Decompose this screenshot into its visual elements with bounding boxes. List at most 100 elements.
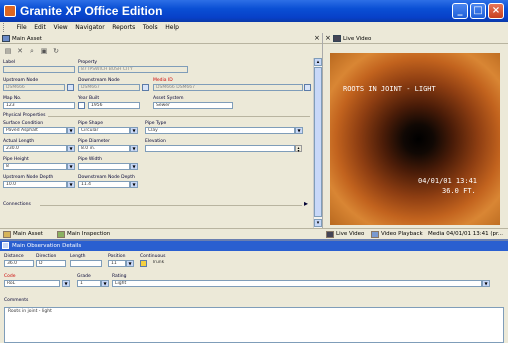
code-dropdown-icon[interactable]: ▼ <box>62 280 70 287</box>
delete-record-icon[interactable]: ✕ <box>16 47 24 55</box>
pipe-width-dropdown-icon[interactable]: ▼ <box>130 163 138 170</box>
menu-tools[interactable]: Tools <box>140 22 161 33</box>
downstream-node-depth-dropdown-icon[interactable]: ▼ <box>130 181 138 188</box>
pipe-diameter-select[interactable]: 8.0 in. <box>78 145 130 152</box>
direction-field[interactable]: D <box>36 260 66 267</box>
menu-help[interactable]: Help <box>162 22 182 33</box>
elevation-label: Elevation <box>145 139 166 144</box>
pipe-shape-select[interactable]: Circular <box>78 127 130 134</box>
save-icon[interactable]: ▣ <box>40 47 48 55</box>
pipe-type-dropdown-icon[interactable]: ▼ <box>295 127 303 134</box>
minimize-button[interactable]: _ <box>452 3 468 19</box>
media-id-field[interactable]: DSM666 DSM667 <box>153 84 303 91</box>
smiley-icon <box>140 260 147 267</box>
pipe-type-select[interactable]: Clay <box>145 127 295 134</box>
label-field[interactable] <box>3 66 75 73</box>
menu-view[interactable]: View <box>50 22 70 33</box>
menu-edit[interactable]: Edit <box>31 22 49 33</box>
maximize-button[interactable]: □ <box>470 3 486 19</box>
pipe-shape-dropdown-icon[interactable]: ▼ <box>130 127 138 134</box>
live-video-tab-icon <box>326 231 334 238</box>
comments-textarea[interactable]: Roots in joint - light <box>4 307 504 343</box>
menu-navigator[interactable]: Navigator <box>72 22 107 33</box>
scroll-thumb[interactable] <box>314 67 322 217</box>
find-icon[interactable]: ⌕ <box>28 47 36 55</box>
year-built-label: Year Built <box>78 96 100 101</box>
media-id-lookup-button[interactable] <box>304 84 311 91</box>
refresh-icon[interactable]: ↻ <box>52 47 60 55</box>
year-built-checkbox[interactable] <box>78 102 85 109</box>
map-no-field[interactable]: 123 <box>3 102 75 109</box>
year-built-field[interactable]: 1956 <box>88 102 140 109</box>
property-label: Property <box>78 60 98 65</box>
rating-dropdown-icon[interactable]: ▼ <box>482 280 490 287</box>
upstream-node-lookup-button[interactable] <box>67 84 74 91</box>
section-divider <box>48 116 310 117</box>
upstream-node-depth-dropdown-icon[interactable]: ▼ <box>67 181 75 188</box>
asset-system-field[interactable]: Sewer <box>153 102 233 109</box>
tab-video-playback-label: Video Playback <box>381 231 423 237</box>
upstream-node-label: Upstream Node <box>3 78 39 83</box>
expand-connections-icon[interactable]: ▸ <box>304 199 308 208</box>
new-record-icon[interactable]: ▤ <box>4 47 12 55</box>
menu-reports[interactable]: Reports <box>109 22 138 33</box>
live-video-panel-header: × Live Video <box>323 34 508 44</box>
tab-media-label: Media 04/01/01 13:41 (pr... <box>428 231 503 237</box>
grade-dropdown-icon[interactable]: ▼ <box>101 280 109 287</box>
grade-field[interactable]: 1 <box>77 280 101 287</box>
close-panel-icon[interactable]: × <box>314 34 320 43</box>
property-field[interactable]: 87 IPSWICH BUSH CITY <box>78 66 188 73</box>
pipe-height-select[interactable]: 8 <box>3 163 67 170</box>
downstream-node-field[interactable]: DSM667 <box>78 84 140 91</box>
scroll-down-icon[interactable]: ▾ <box>314 219 322 227</box>
tab-main-asset[interactable]: Main Asset <box>2 230 54 239</box>
right-tab-strip: Live Video Video Playback Media 04/01/01… <box>322 228 508 239</box>
menu-grip <box>3 23 10 32</box>
video-overlay-date: 04/01/01 13:41 <box>418 177 478 185</box>
close-button[interactable]: × <box>488 3 504 19</box>
rating-label: Rating <box>112 274 127 279</box>
main-asset-tab-icon <box>3 231 11 238</box>
observation-details-header: Main Observation Details <box>0 241 508 251</box>
elevation-field[interactable] <box>145 145 295 152</box>
asset-toolbar: ▤ ✕ ⌕ ▣ ↻ <box>0 46 322 58</box>
tab-video-playback[interactable]: Video Playback <box>370 230 425 239</box>
menu-file[interactable]: File <box>14 22 30 33</box>
position-field[interactable]: 11 <box>108 260 126 267</box>
rating-field[interactable]: Light <box>112 280 482 287</box>
surface-condition-select[interactable]: Paved Asphalt <box>3 127 67 134</box>
upstream-node-depth-select[interactable]: 10.0 <box>3 181 67 188</box>
pipe-diameter-dropdown-icon[interactable]: ▼ <box>130 145 138 152</box>
tab-live-video[interactable]: Live Video <box>325 230 369 239</box>
form-scrollbar[interactable]: ▴ ▾ <box>313 58 322 228</box>
pipe-height-dropdown-icon[interactable]: ▼ <box>67 163 75 170</box>
grade-label: Grade <box>77 274 91 279</box>
close-video-panel-icon[interactable]: × <box>325 34 331 43</box>
tab-media[interactable]: Media 04/01/01 13:41 (pr... <box>426 230 508 239</box>
pipe-width-select[interactable] <box>78 163 130 170</box>
continuous-field[interactable]: Trunk <box>150 260 186 267</box>
main-asset-panel-title: Main Asset <box>12 36 42 42</box>
length-field[interactable] <box>70 260 102 267</box>
window-title: Granite XP Office Edition <box>20 4 163 18</box>
distance-field[interactable]: 36.0 <box>4 260 34 267</box>
left-tab-strip: Main Asset Main Inspection <box>0 228 322 239</box>
position-dropdown-icon[interactable]: ▼ <box>126 260 134 267</box>
video-overlay-distance: 36.0 FT. <box>442 187 476 195</box>
surface-condition-dropdown-icon[interactable]: ▼ <box>67 127 75 134</box>
tab-main-inspection-label: Main Inspection <box>67 231 111 237</box>
tab-main-inspection[interactable]: Main Inspection <box>56 230 126 239</box>
actual-length-select[interactable]: 230.0 <box>3 145 67 152</box>
tab-live-video-label: Live Video <box>336 231 365 237</box>
title-bar[interactable]: Granite XP Office Edition _ □ × <box>0 0 508 22</box>
actual-length-dropdown-icon[interactable]: ▼ <box>67 145 75 152</box>
elevation-spinner[interactable]: ▴ ▾ <box>295 145 302 153</box>
upstream-node-field[interactable]: DSM666 <box>3 84 65 91</box>
scroll-up-icon[interactable]: ▴ <box>314 58 322 66</box>
comments-label: Comments <box>4 298 29 303</box>
downstream-node-lookup-button[interactable] <box>142 84 149 91</box>
code-field[interactable]: RoL <box>4 280 60 287</box>
downstream-node-depth-select[interactable]: 11.4 <box>78 181 130 188</box>
observation-details-panel: Main Observation Details Distance 36.0 D… <box>0 239 508 343</box>
video-frame[interactable]: ROOTS IN JOINT - LIGHT 04/01/01 13:41 36… <box>330 53 500 225</box>
